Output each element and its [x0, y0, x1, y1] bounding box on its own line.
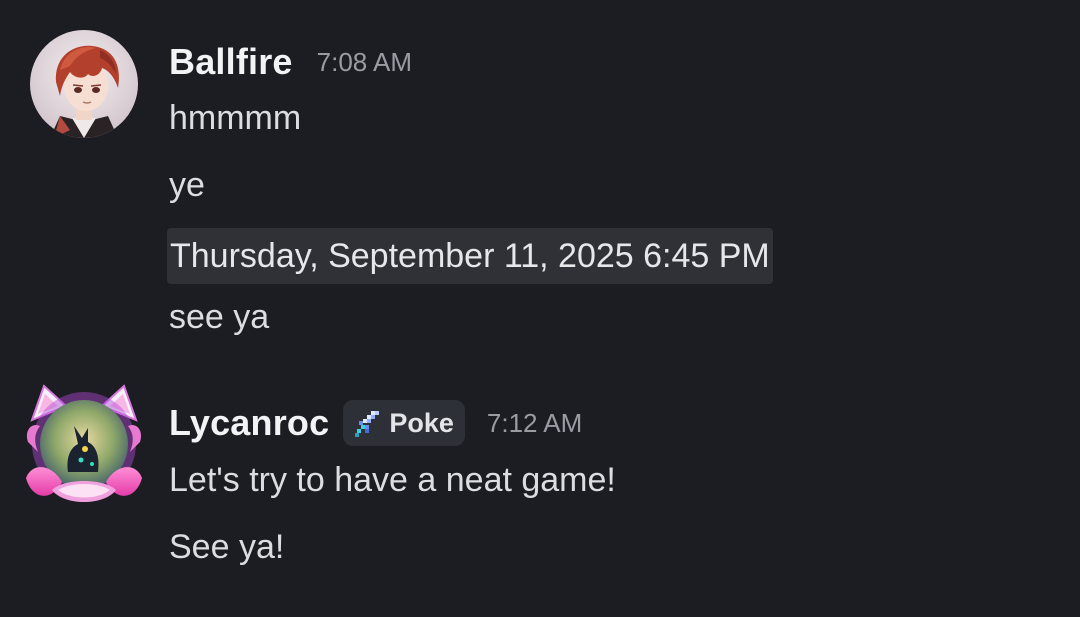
- date-mention[interactable]: Thursday, September 11, 2025 6:45 PM: [167, 228, 773, 284]
- timestamp: 7:12 AM: [486, 407, 583, 438]
- avatar-umbreon-decorated-image: [26, 384, 142, 502]
- guild-tag-label: Poke: [389, 407, 454, 438]
- message-text: ye: [169, 166, 205, 204]
- username[interactable]: Ballfire: [169, 41, 293, 83]
- message-text: Let's try to have a neat game!: [169, 461, 616, 499]
- message-group-lycanroc: Lycanroc Poke 7:12 AM Let's try to have …: [0, 350, 1080, 617]
- avatar[interactable]: [30, 30, 138, 138]
- message-text: See ya!: [169, 528, 285, 566]
- sword-icon: [355, 411, 380, 437]
- timestamp: 7:08 AM: [316, 46, 413, 77]
- message-text: see ya: [169, 298, 270, 336]
- message-header: Lycanroc Poke 7:12 AM: [169, 398, 582, 448]
- username[interactable]: Lycanroc: [169, 402, 329, 444]
- message-text: hmmmm: [169, 99, 302, 137]
- message-header: Ballfire 7:08 AM: [169, 40, 412, 84]
- avatar-anime-character-image: [30, 30, 138, 138]
- avatar[interactable]: [22, 382, 146, 508]
- message-group-ballfire: Ballfire 7:08 AM hmmmm ye Thursday, Sept…: [0, 0, 1080, 350]
- message-text-date: Thursday, September 11, 2025 6:45 PM: [167, 228, 773, 284]
- guild-tag[interactable]: Poke: [343, 400, 465, 446]
